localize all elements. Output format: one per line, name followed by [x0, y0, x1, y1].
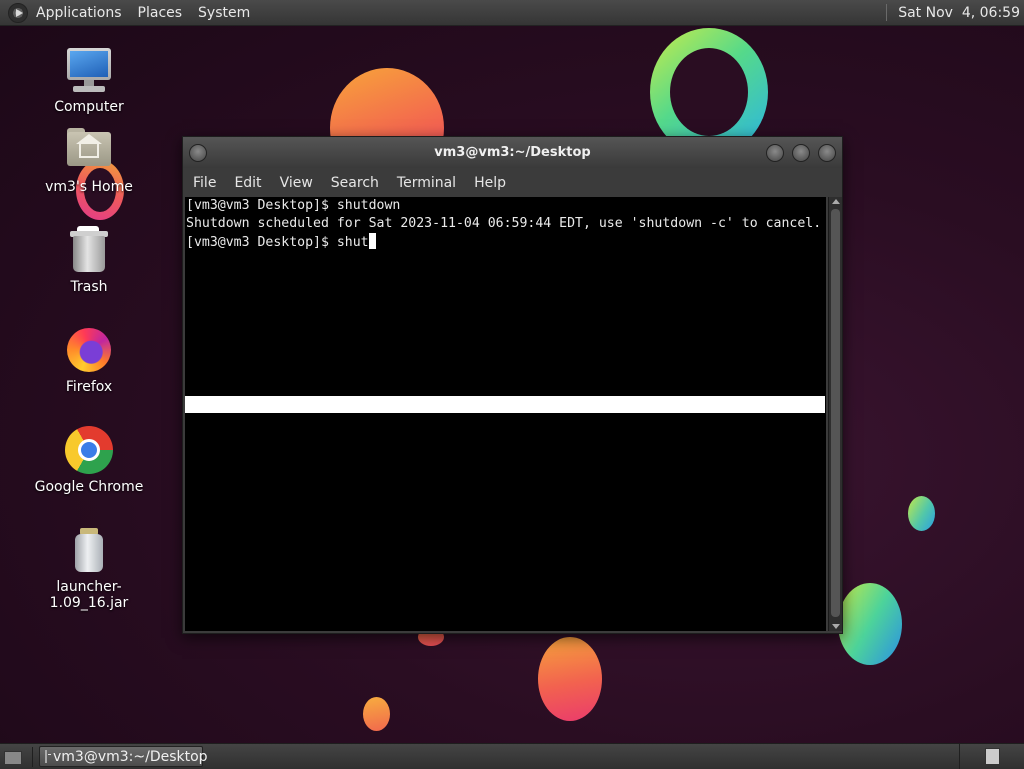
- home-folder-icon: [65, 126, 113, 174]
- terminal-window[interactable]: vm3@vm3:~/Desktop File Edit View Search …: [182, 136, 843, 634]
- desktop-icon-label: Computer: [54, 99, 124, 115]
- wallpaper-blob: [838, 583, 902, 665]
- panel-divider: [32, 746, 33, 767]
- terminal-icon: [45, 750, 51, 763]
- desktop-icon-label: Firefox: [65, 379, 113, 395]
- bottom-panel: vm3@vm3:~/Desktop: [0, 743, 1024, 769]
- clock-area: Sat Nov 4, 06:59: [886, 0, 1024, 25]
- menu-system[interactable]: System: [190, 5, 258, 21]
- minimize-icon[interactable]: [766, 144, 784, 162]
- desktop-icon-label: vm3's Home: [45, 179, 133, 195]
- panel-divider: [959, 744, 960, 769]
- terminal-prompt-line[interactable]: [vm3@vm3 Desktop]$ shut: [185, 233, 826, 251]
- applications-logo-icon[interactable]: [8, 2, 28, 23]
- maximize-icon[interactable]: [792, 144, 810, 162]
- wallpaper-blob: [363, 697, 390, 731]
- workspace-switcher-icon[interactable]: [985, 748, 1000, 765]
- menu-edit[interactable]: Edit: [224, 175, 269, 191]
- desktop-icon-firefox[interactable]: Firefox: [24, 326, 154, 395]
- panel-divider: [886, 4, 888, 21]
- top-panel: Applications Places System Sat Nov 4, 06…: [0, 0, 1024, 26]
- jar-icon: [65, 526, 113, 574]
- terminal-menubar: File Edit View Search Terminal Help: [183, 168, 842, 197]
- menu-search[interactable]: Search: [321, 175, 387, 191]
- close-icon[interactable]: [818, 144, 836, 162]
- clock[interactable]: Sat Nov 4, 06:59: [898, 5, 1024, 21]
- menu-applications[interactable]: Applications: [28, 5, 130, 21]
- selection-highlight: [185, 396, 825, 413]
- chrome-icon: [65, 426, 113, 474]
- desktop-icon-trash[interactable]: Trash: [24, 226, 154, 295]
- window-title: vm3@vm3:~/Desktop: [434, 145, 591, 160]
- desktop-icon-label: Google Chrome: [34, 479, 144, 495]
- menu-places[interactable]: Places: [130, 5, 191, 21]
- scroll-up-arrow-icon[interactable]: [832, 199, 840, 204]
- show-desktop-icon[interactable]: [2, 748, 24, 766]
- desktop-icon-chrome[interactable]: Google Chrome: [24, 426, 154, 495]
- taskbar-item-terminal[interactable]: vm3@vm3:~/Desktop: [39, 746, 208, 767]
- desktop-icon-computer[interactable]: Computer: [24, 46, 154, 115]
- trash-icon: [65, 226, 113, 274]
- menu-terminal[interactable]: Terminal: [387, 175, 464, 191]
- firefox-icon: [65, 326, 113, 374]
- desktop-icon-label: launcher-1.09_16.jar: [49, 579, 129, 611]
- desktop-icon-home[interactable]: vm3's Home: [24, 126, 154, 195]
- computer-icon: [65, 46, 113, 94]
- terminal-line: [vm3@vm3 Desktop]$ shutdown: [186, 198, 401, 213]
- text-cursor: [368, 233, 376, 249]
- window-titlebar[interactable]: vm3@vm3:~/Desktop: [183, 137, 842, 168]
- terminal-scrollbar[interactable]: [828, 197, 842, 631]
- wallpaper-blob: [538, 637, 602, 721]
- workspace-area: [959, 744, 1024, 769]
- wallpaper-blob: [908, 496, 935, 531]
- menu-help[interactable]: Help: [464, 175, 514, 191]
- terminal-input-text: [vm3@vm3 Desktop]$ shut: [186, 235, 369, 250]
- terminal-output[interactable]: [vm3@vm3 Desktop]$ shutdown Shutdown sch…: [185, 197, 826, 631]
- desktop-icon-label: Trash: [70, 279, 108, 295]
- terminal-line: Shutdown scheduled for Sat 2023-11-04 06…: [186, 216, 822, 231]
- taskbar-item-label: vm3@vm3:~/Desktop: [53, 748, 208, 765]
- menu-file[interactable]: File: [183, 175, 224, 191]
- window-menu-icon[interactable]: [189, 144, 207, 162]
- menu-view[interactable]: View: [270, 175, 321, 191]
- desktop-icon-jar[interactable]: launcher-1.09_16.jar: [24, 526, 154, 611]
- scroll-thumb[interactable]: [831, 209, 840, 617]
- scroll-down-arrow-icon[interactable]: [832, 624, 840, 629]
